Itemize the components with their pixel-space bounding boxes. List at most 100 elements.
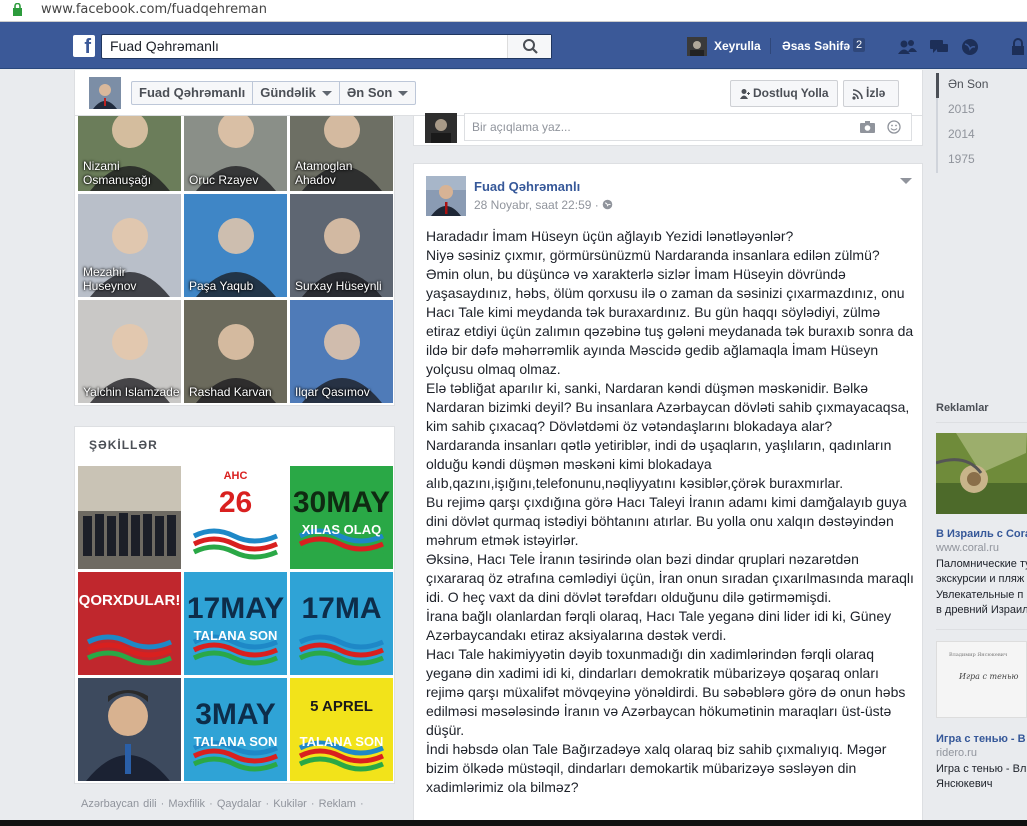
photos-grid: 26 AHC 30MAY XILAS OLAQ QORXDULAR! 17MAY TALAN… (78, 466, 393, 781)
emoji-icon[interactable] (887, 120, 901, 134)
post-timestamp[interactable]: 28 Noyabr, saat 22:59 · (474, 198, 613, 212)
timeline-year-2015[interactable]: 2015 (938, 98, 1027, 123)
friend-name[interactable]: Paşa Yaqub (189, 279, 253, 293)
add-friend-icon (740, 89, 750, 99)
follow-label: İzlə (866, 86, 886, 100)
messages-icon[interactable] (928, 37, 950, 57)
photo-subline: TALANA SON (193, 734, 278, 749)
friend-name[interactable]: Surxay Hüseynli (295, 279, 382, 293)
address-url[interactable]: www.facebook.com/fuadqehreman (41, 2, 267, 17)
timeline-year-2014[interactable]: 2014 (938, 123, 1027, 148)
home-count-badge: 2 (853, 38, 866, 52)
photo-tile[interactable]: 26 AHC (184, 466, 287, 569)
search-input[interactable] (102, 35, 502, 57)
friends-grid: Nizami Osmanuşağı Oruc Rzayev Atamoglan Ah… (78, 116, 393, 403)
ad-url-coral[interactable]: www.coral.ru (936, 542, 999, 554)
rss-follow-icon (852, 89, 863, 100)
friend-tile[interactable]: Atamoglan Ahadov (290, 116, 393, 191)
user-avatar[interactable] (687, 37, 707, 56)
lock-icon (13, 3, 22, 16)
footer-links[interactable]: Azərbaycan dili · Məxfilik · Qaydalar · … (81, 798, 364, 810)
photo-image (78, 466, 181, 569)
search-icon (523, 39, 538, 54)
camera-icon[interactable] (860, 121, 875, 133)
ad-headline-coral[interactable]: В Израиль с Cora (936, 528, 1027, 540)
friend-tile[interactable]: Paşa Yaqub (184, 194, 287, 297)
friend-name[interactable]: Ilqar Qasımov (295, 385, 370, 399)
friend-name[interactable]: Rashad Karvan (189, 385, 272, 399)
breadcrumb-profile-name[interactable]: Fuad Qəhrəmanlı (132, 82, 254, 104)
home-link[interactable]: Əsas Səhifə (782, 39, 850, 53)
photo-tile[interactable]: 5 APREL TALANA SON (290, 678, 393, 781)
photo-subline: XILAS OLAQ (301, 522, 382, 537)
comment-placeholder: Bir açıqlama yaz... (472, 120, 571, 134)
post-options-chevron-icon[interactable] (900, 178, 912, 184)
timeline-year-recent[interactable]: Ən Son (936, 73, 1027, 98)
ad-image-ridero[interactable]: Владимир Янсюкевич Игра с тенью (936, 641, 1027, 718)
follow-button[interactable]: İzlə (843, 80, 899, 107)
privacy-lock-icon[interactable] (1008, 37, 1027, 57)
photos-box: ŞƏKİLLƏR 26 AHC 30MAY XILAS OLAQ QORXDULAR! 1… (74, 426, 395, 784)
ad-text-coral-3: Увлекательные п (936, 589, 1024, 601)
breadcrumb-timeline-dropdown[interactable]: Gündəlik (253, 82, 340, 104)
photo-subline: TALANA SON (299, 734, 384, 749)
breadcrumb: Fuad Qəhrəmanlı Gündəlik Ən Son (131, 81, 417, 105)
photo-image (78, 678, 181, 781)
post-text: Haradadır İmam Hüseyn üçün ağlayıb Yezid… (426, 228, 914, 795)
photo-image (86, 634, 172, 666)
breadcrumb-recent-dropdown[interactable]: Ən Son (340, 82, 416, 104)
friend-name[interactable]: Atamoglan Ahadov (295, 159, 393, 187)
chevron-down-icon (398, 91, 409, 97)
friend-name[interactable]: Nizami Osmanuşağı (83, 159, 181, 187)
friend-tile[interactable]: Mezahir Huseynov (78, 194, 181, 297)
friend-name[interactable]: Yalchin Islamzade (83, 385, 180, 399)
friend-requests-icon[interactable] (896, 37, 918, 57)
photo-headline: 17MAY (186, 592, 285, 625)
chevron-down-icon (321, 91, 332, 97)
photo-tile[interactable] (78, 678, 181, 781)
photo-subline: AHC (223, 470, 248, 482)
notifications-globe-icon[interactable] (959, 37, 981, 57)
friend-name[interactable]: Mezahir Huseynov (83, 265, 181, 293)
nav-divider (770, 38, 771, 54)
friend-tile[interactable]: Yalchin Islamzade (78, 300, 181, 403)
friend-tile[interactable]: Nizami Osmanuşağı (78, 116, 181, 191)
user-name-link[interactable]: Xeyrulla (714, 39, 761, 53)
facebook-logo-icon[interactable]: f (73, 35, 95, 58)
ad-url-ridero[interactable]: ridero.ru (936, 747, 977, 759)
photo-tile[interactable]: QORXDULAR! (78, 572, 181, 675)
photo-tile[interactable]: 17MA (290, 572, 393, 675)
ad-headline-ridero[interactable]: Игра с тенью - В (936, 733, 1026, 745)
post-author-name[interactable]: Fuad Qəhrəmanlı (474, 179, 580, 194)
ads-title: Reklamlar (936, 402, 989, 414)
photo-headline: 30MAY (292, 486, 391, 519)
screen-bottom-edge (0, 820, 1027, 826)
search-button[interactable] (507, 35, 551, 58)
ad-image-coral[interactable] (936, 433, 1027, 514)
post-timestamp-text: 28 Noyabr, saat 22:59 · (474, 198, 603, 212)
ad-image-ridero-author: Владимир Янсюкевич (949, 652, 1008, 658)
add-friend-label: Dostluq Yolla (753, 86, 829, 100)
timeline-year-1975[interactable]: 1975 (938, 148, 1027, 173)
friends-box: Nizami Osmanuşağı Oruc Rzayev Atamoglan Ah… (74, 116, 395, 406)
profile-thumbnail[interactable] (89, 77, 121, 109)
ad-text-coral-1: Паломнические ту (936, 558, 1027, 570)
photo-tile[interactable]: 17MAY TALANA SON (184, 572, 287, 675)
friend-name[interactable]: Oruc Rzayev (189, 173, 258, 187)
friend-tile[interactable]: Oruc Rzayev (184, 116, 287, 191)
search-box[interactable] (101, 34, 552, 59)
friend-tile[interactable]: Surxay Hüseynli (290, 194, 393, 297)
photo-image (298, 740, 384, 772)
photos-title[interactable]: ŞƏKİLLƏR (89, 438, 158, 452)
photo-tile[interactable]: 3MAY TALANA SON (184, 678, 287, 781)
add-friend-button[interactable]: Dostluq Yolla (730, 80, 838, 107)
ad-text-ridero-2: Янсюкевич (936, 778, 993, 790)
ad-text-coral-4: в древний Израил (936, 604, 1027, 616)
photo-tile[interactable]: 30MAY XILAS OLAQ (290, 466, 393, 569)
browser-address-bar[interactable]: www.facebook.com/fuadqehreman (0, 0, 1027, 22)
friend-tile[interactable]: Rashad Karvan (184, 300, 287, 403)
comment-input[interactable]: Bir açıqlama yaz... (464, 113, 912, 141)
friend-tile[interactable]: Ilqar Qasımov (290, 300, 393, 403)
post-author-avatar[interactable] (426, 176, 466, 216)
photo-tile[interactable] (78, 466, 181, 569)
